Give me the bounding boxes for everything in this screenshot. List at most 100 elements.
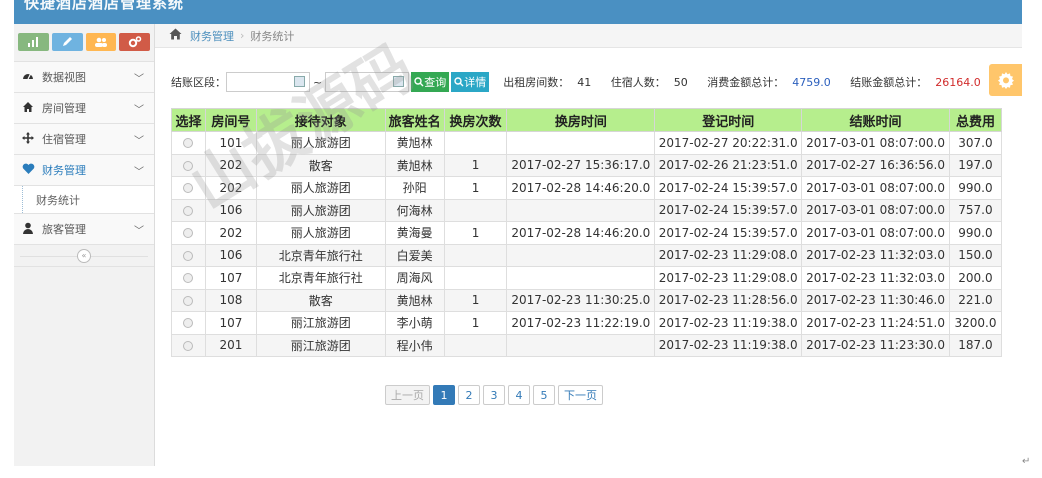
sidebar-item-stay-management[interactable]: 住宿管理 ﹀: [14, 124, 154, 155]
row-select-cell[interactable]: [171, 243, 206, 267]
table-row: 202 丽人旅游团 黄海曼 1 2017-02-28 14:46:20.0 2017-02…: [171, 221, 1003, 245]
table-cell: 2017-02-23 11:29:08.0: [654, 243, 803, 267]
sidebar-item-room-management[interactable]: 房间管理 ﹀: [14, 93, 154, 124]
table-cell: [443, 243, 508, 267]
row-select-radio[interactable]: [183, 318, 194, 329]
table-cell: 1: [443, 176, 508, 200]
table-cell: 2017-03-01 08:07:00.0: [801, 176, 950, 200]
table-row: 202 散客 黄旭林 1 2017-02-27 15:36:17.0 2017-02-26…: [171, 153, 1003, 177]
row-select-cell[interactable]: [171, 333, 206, 357]
settings-button[interactable]: [989, 64, 1022, 96]
row-select-cell[interactable]: [171, 266, 206, 290]
table-cell: 2017-02-23 11:30:25.0: [506, 288, 656, 312]
summary-stats: 出租房间数： 41 住宿人数： 50 消费金额总计： 4759.0 结账金额总计： 26…: [503, 74, 997, 90]
table-cell: 2017-02-23 11:32:03.0: [801, 266, 950, 290]
table-cell: [506, 131, 656, 155]
row-select-cell[interactable]: [171, 176, 206, 200]
filter-bar: 结账区段： ~ 查询 详情 出租房间数： 41 住宿人数： 50 消费金额总计： 47…: [171, 72, 997, 92]
prev-page-button[interactable]: 上一页: [385, 385, 430, 405]
table-cell: 黄旭林: [384, 153, 445, 177]
table-row: 201 丽江旅游团 程小伟 2017-02-23 11:19:38.0 2017-02-…: [171, 333, 1003, 357]
column-header: 换房时间: [506, 108, 656, 132]
row-select-cell[interactable]: [171, 131, 206, 155]
table-cell: 106: [204, 243, 257, 267]
table-row: 106 北京青年旅行社 白爱美 2017-02-23 11:29:08.0 2017-0…: [171, 243, 1003, 267]
row-select-cell[interactable]: [171, 288, 206, 312]
calendar-icon[interactable]: [294, 76, 305, 87]
page-button[interactable]: 5: [533, 385, 555, 405]
column-header: 旅客姓名: [384, 108, 445, 132]
column-header: 总费用: [948, 108, 1003, 132]
row-select-radio[interactable]: [183, 340, 194, 351]
heart-icon: [20, 163, 36, 178]
table-cell: 2017-02-23 11:23:30.0: [801, 333, 950, 357]
table-cell: 丽人旅游团: [255, 176, 386, 200]
row-select-cell[interactable]: [171, 153, 206, 177]
page-button[interactable]: 1: [433, 385, 455, 405]
row-select-radio[interactable]: [183, 295, 194, 306]
table-cell: 丽江旅游团: [255, 311, 386, 335]
row-select-radio[interactable]: [183, 183, 194, 194]
guests-value: 50: [673, 76, 688, 89]
home-icon[interactable]: [169, 28, 182, 44]
table-cell: 丽人旅游团: [255, 221, 386, 245]
detail-button-label: 详情: [464, 77, 487, 89]
cogs-icon[interactable]: [119, 33, 150, 51]
table-cell: 2017-03-01 08:07:00.0: [801, 221, 950, 245]
end-date-input[interactable]: [325, 72, 410, 92]
sidebar-subitem-finance-stats[interactable]: 财务统计: [14, 186, 154, 214]
table-row: 202 丽人旅游团 孙阳 1 2017-02-28 14:46:20.0 2017-02-…: [171, 176, 1003, 200]
users-icon[interactable]: [85, 33, 117, 51]
table-cell: 2017-03-01 08:07:00.0: [801, 131, 950, 155]
page-button[interactable]: 3: [483, 385, 505, 405]
column-header: 换房次数: [443, 108, 508, 132]
checkout-total-label: 结账金额总计：: [850, 76, 928, 89]
home-icon: [20, 101, 36, 116]
row-select-radio[interactable]: [183, 160, 194, 171]
table-cell: 2017-02-28 14:46:20.0: [506, 221, 656, 245]
table-cell: 990.0: [948, 221, 1003, 245]
table-cell: 2017-02-26 21:23:51.0: [654, 153, 803, 177]
row-select-radio[interactable]: [183, 250, 194, 261]
calendar-icon[interactable]: [393, 76, 405, 87]
row-select-cell[interactable]: [171, 221, 206, 245]
pencil-icon[interactable]: [51, 33, 83, 51]
column-header: 选择: [171, 108, 206, 132]
bar-chart-icon[interactable]: [18, 33, 49, 51]
table-cell: 1: [443, 311, 508, 335]
table-cell: 黄海曼: [384, 221, 445, 245]
table-cell: 李小萌: [384, 311, 445, 335]
table-cell: 黄旭林: [384, 131, 445, 155]
table-cell: 1: [443, 288, 508, 312]
table-cell: 2017-02-23 11:30:46.0: [801, 288, 950, 312]
row-select-radio[interactable]: [183, 273, 194, 284]
breadcrumb: 财务管理 › 财务统计: [155, 24, 1022, 48]
row-select-cell[interactable]: [171, 311, 206, 335]
chevron-down-icon: ﹀: [134, 167, 144, 178]
page-button[interactable]: 2: [458, 385, 480, 405]
page-button[interactable]: 4: [508, 385, 530, 405]
row-select-radio[interactable]: [183, 228, 194, 239]
row-select-radio[interactable]: [183, 205, 194, 216]
guests-stat: 住宿人数： 50: [611, 76, 696, 89]
query-button[interactable]: 查询: [411, 72, 450, 92]
column-header: 接待对象: [255, 108, 386, 132]
start-date-input[interactable]: [226, 72, 310, 92]
sidebar-item-finance-management[interactable]: 财务管理 ﹀: [14, 155, 154, 186]
table-cell: 757.0: [948, 198, 1003, 222]
row-select-radio[interactable]: [183, 138, 194, 149]
sidebar-item-label: 数据视图: [42, 71, 86, 84]
collapse-sidebar-button[interactable]: «: [77, 248, 91, 263]
rented-rooms-value: 41: [577, 76, 592, 89]
table-cell: 2017-02-24 15:39:57.0: [654, 176, 803, 200]
sidebar-item-data-view[interactable]: 数据视图 ﹀: [14, 62, 154, 93]
breadcrumb-finance-link[interactable]: 财务管理: [190, 28, 234, 44]
search-icon: [454, 77, 464, 87]
table-cell: 2017-02-23 11:19:38.0: [654, 333, 803, 357]
row-select-cell[interactable]: [171, 198, 206, 222]
pagination: 上一页 1 2 3 4 5 下一页: [385, 385, 603, 405]
detail-button[interactable]: 详情: [451, 72, 490, 92]
sidebar-item-guest-management[interactable]: 旅客管理 ﹀: [14, 214, 154, 245]
next-page-button[interactable]: 下一页: [558, 385, 603, 405]
table-row: 106 丽人旅游团 何海林 2017-02-24 15:39:57.0 2017-03-…: [171, 198, 1003, 222]
